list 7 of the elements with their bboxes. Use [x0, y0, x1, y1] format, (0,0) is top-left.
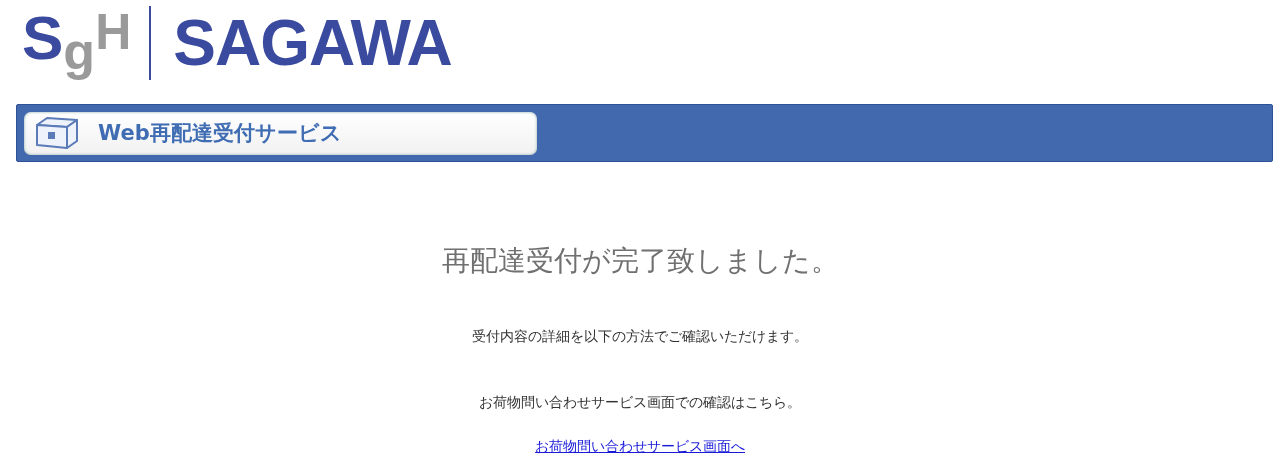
info-text: お荷物問い合わせサービス画面での確認はこちら。	[479, 394, 801, 412]
service-title: Web再配達受付サービス	[98, 120, 342, 147]
tracking-link[interactable]: お荷物問い合わせサービス画面へ	[535, 438, 745, 456]
box-icon	[34, 116, 80, 150]
info-text: 受付内容の詳細を以下の方法でご確認いただけます。	[472, 328, 808, 346]
completion-heading: 再配達受付が完了致しました。	[441, 243, 839, 279]
logo-wordmark: SAGAWA	[173, 11, 452, 75]
